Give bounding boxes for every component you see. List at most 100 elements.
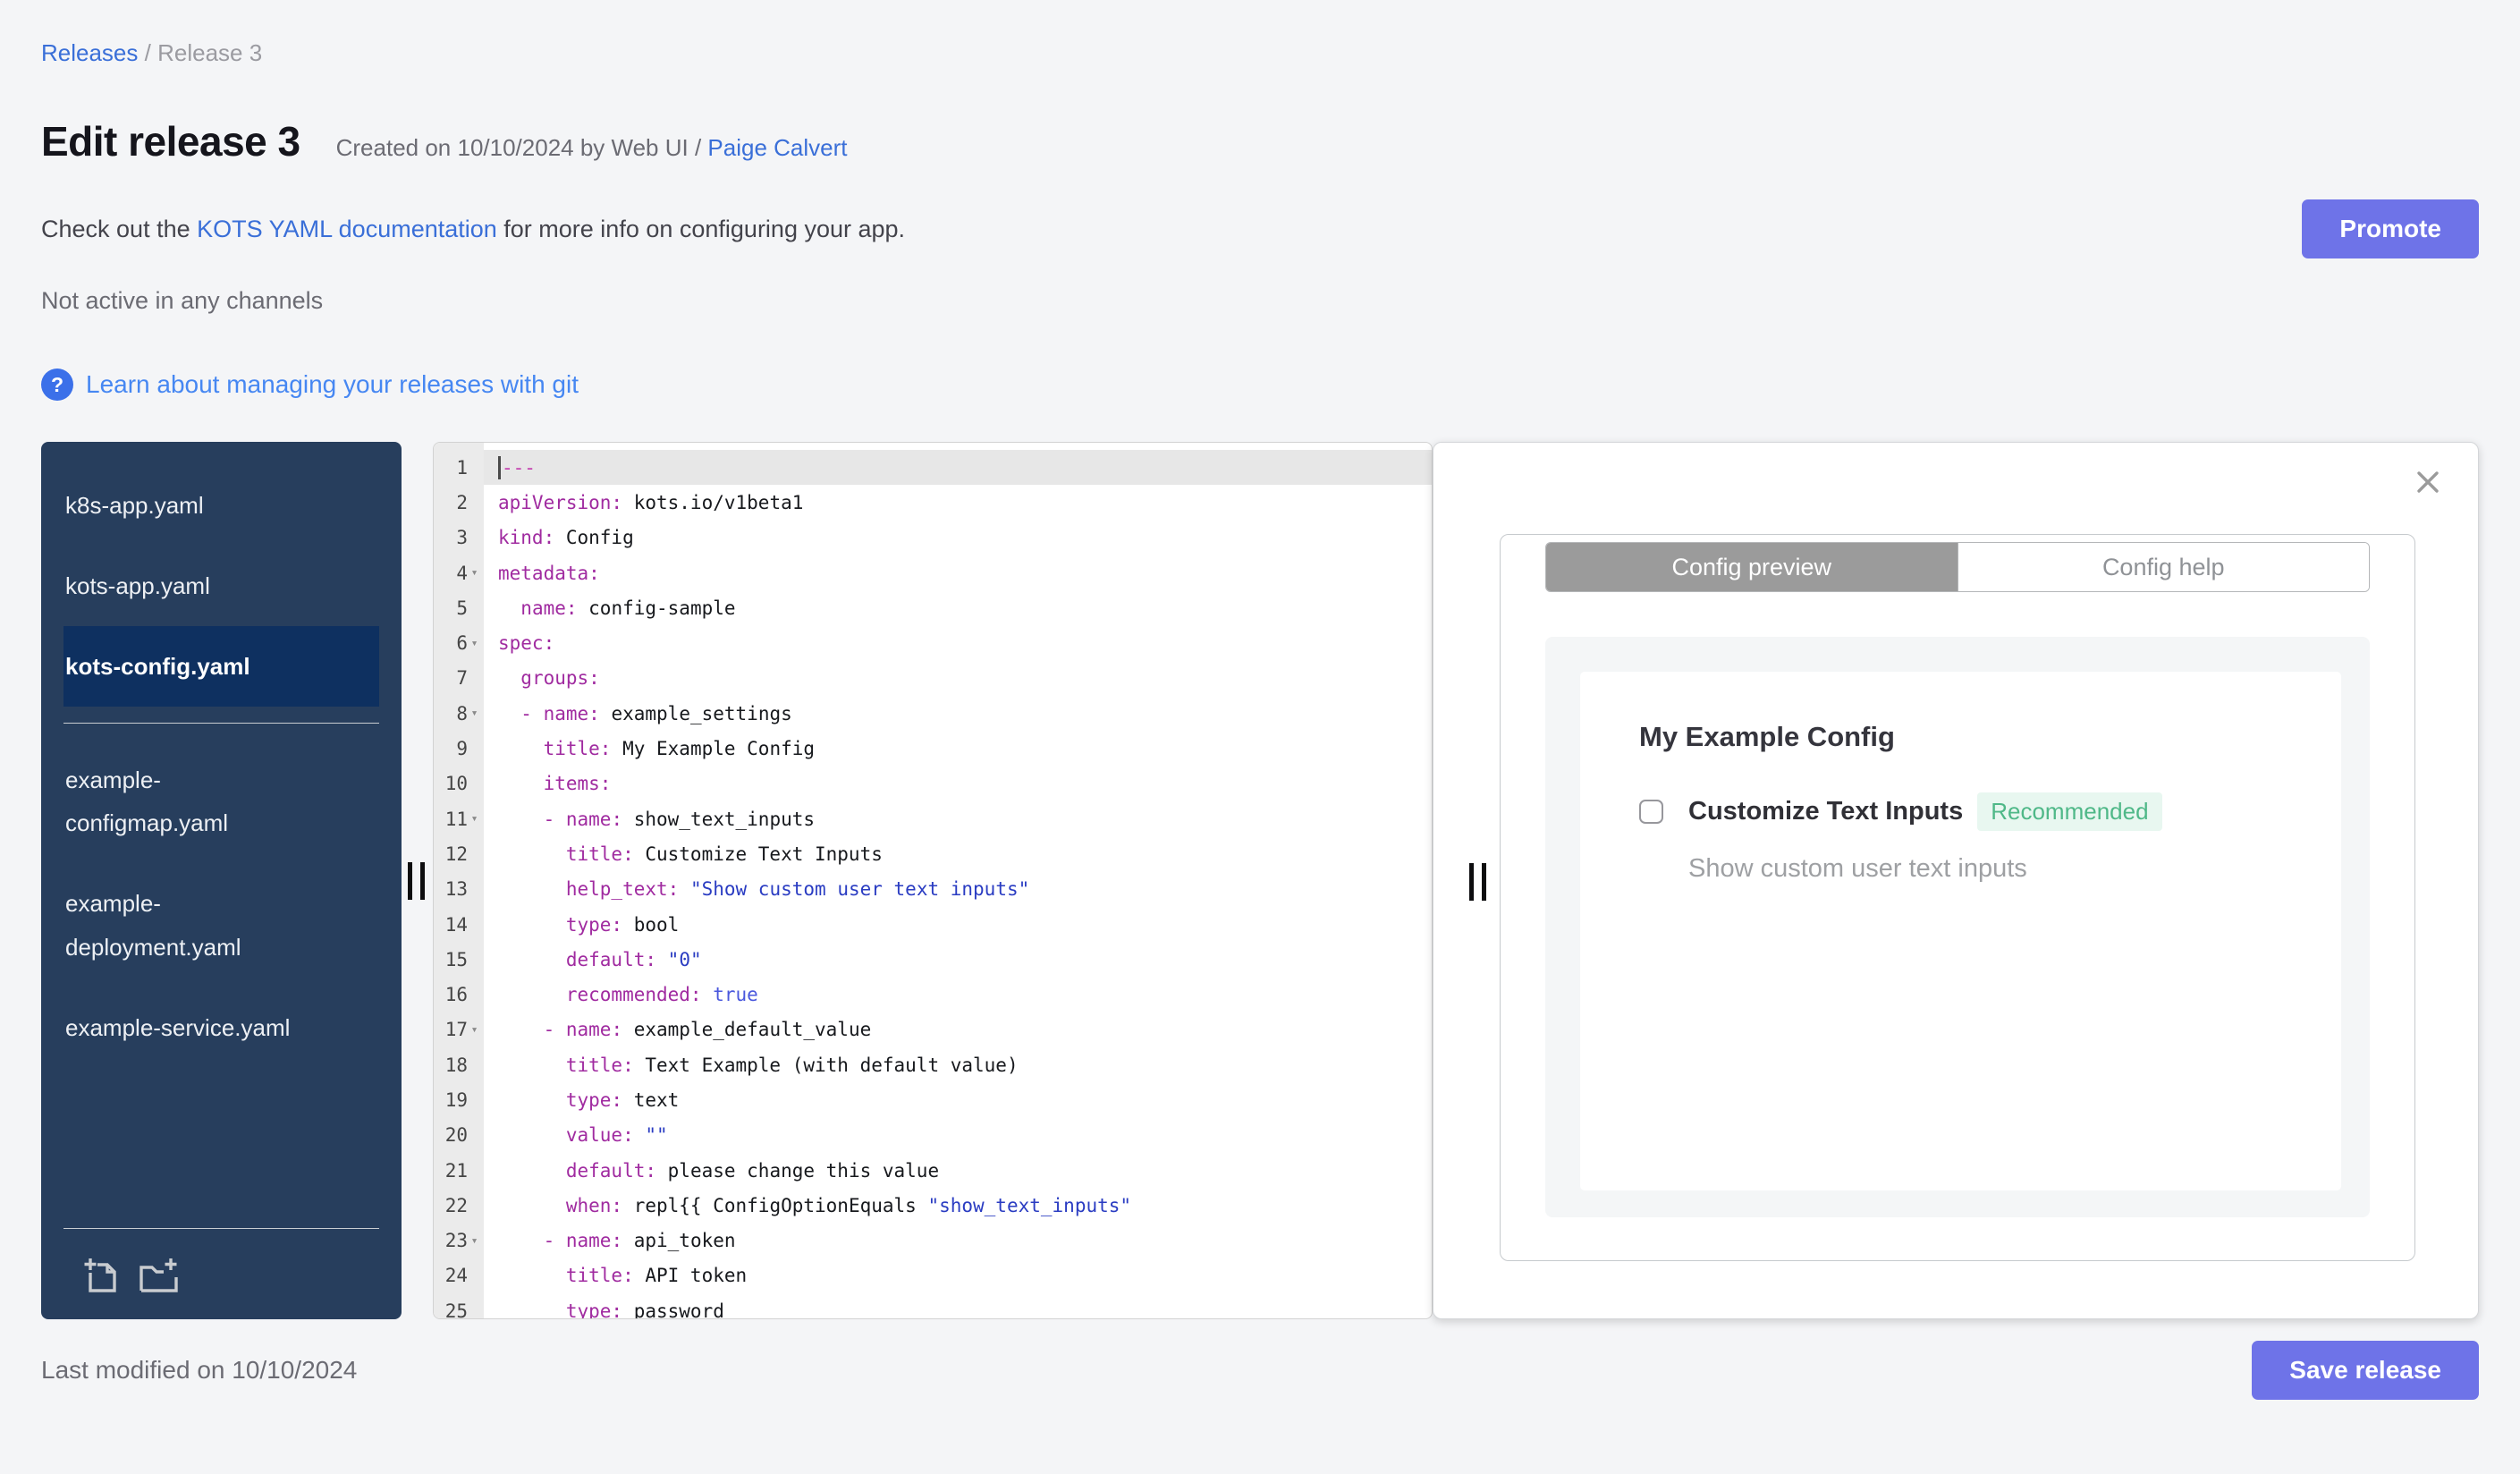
- sidebar-file-item[interactable]: example-service.yaml: [63, 987, 332, 1068]
- code-line-text: type: text: [565, 1089, 680, 1111]
- tab-config-help[interactable]: Config help: [1957, 543, 2369, 591]
- code-line: 22 when: repl{{ ConfigOptionEquals "show…: [434, 1188, 1432, 1224]
- code-line-text: groups:: [520, 667, 600, 690]
- line-number: 25: [444, 1300, 468, 1318]
- line-number: 21: [444, 1159, 468, 1182]
- line-number-gutter: 6 ▾: [434, 625, 484, 661]
- editor-top-strip: [434, 443, 1432, 450]
- release-workspace: k8s-app.yaml kots-app.yaml kots-config.yam…: [41, 442, 2479, 1319]
- fold-arrow-icon[interactable]: ▾: [468, 566, 481, 580]
- yaml-code-editor[interactable]: 1 --- 2 apiVersion: kots.io/v1beta1 3 kind: C…: [433, 442, 1433, 1319]
- recommended-badge: Recommended: [1977, 792, 2162, 831]
- config-preview-area: My Example Config Customize Text Inputs …: [1545, 637, 2370, 1217]
- file-name-label: example-configmap.yaml: [65, 767, 229, 837]
- code-line: 4 ▾ metadata:: [434, 555, 1432, 591]
- line-number-gutter: 4 ▾: [434, 555, 484, 591]
- editor-cursor: [498, 455, 501, 479]
- breadcrumb-current: Release 3: [157, 39, 263, 66]
- code-lines: 1 --- 2 apiVersion: kots.io/v1beta1 3 kind: C…: [434, 450, 1432, 1318]
- new-file-button[interactable]: [80, 1254, 122, 1298]
- code-line-text: - name: api_token: [543, 1230, 736, 1252]
- code-line: 3 kind: Config: [434, 520, 1432, 555]
- line-number-gutter: 12: [434, 836, 484, 872]
- fold-arrow-icon[interactable]: ▾: [468, 812, 481, 826]
- line-number-gutter: 3: [434, 520, 484, 555]
- breadcrumb-separator: /: [144, 39, 151, 66]
- sidebar-file-item[interactable]: kots-config.yaml: [63, 626, 379, 707]
- close-panel-button[interactable]: [2414, 468, 2442, 499]
- code-line-text: help_text: "Show custom user text inputs…: [565, 878, 1030, 901]
- title-row: Edit release 3 Created on 10/10/2024 by …: [41, 117, 2479, 165]
- git-help-row: ? Learn about managing your releases wit…: [41, 368, 2479, 401]
- promote-button[interactable]: Promote: [2302, 199, 2479, 258]
- footer-row: Last modified on 10/10/2024 Save release: [41, 1341, 2479, 1400]
- line-number: 15: [444, 948, 468, 970]
- file-name-label: example-deployment.yaml: [65, 890, 241, 961]
- fold-arrow-icon[interactable]: ▾: [468, 1234, 481, 1248]
- new-folder-button[interactable]: [136, 1254, 182, 1298]
- line-number: 12: [444, 843, 468, 865]
- new-file-icon: [84, 1258, 116, 1292]
- kots-yaml-docs-link[interactable]: KOTS YAML documentation: [197, 216, 497, 242]
- sidebar-editor-gap: [402, 442, 433, 1319]
- line-number: 24: [444, 1265, 468, 1287]
- line-number-gutter: 14: [434, 906, 484, 943]
- code-line-text: value: "": [565, 1124, 668, 1147]
- line-number-gutter: 1: [434, 450, 484, 486]
- file-list-bottom: example-configmap.yaml example-deployment…: [41, 740, 402, 1067]
- code-line-text: apiVersion: kots.io/v1beta1: [498, 491, 804, 513]
- question-mark-icon: ?: [41, 368, 73, 401]
- line-number: 8: [456, 702, 468, 724]
- file-sidebar: k8s-app.yaml kots-app.yaml kots-config.yam…: [41, 442, 402, 1319]
- line-number-gutter: 19: [434, 1082, 484, 1118]
- code-line-text: - name: example_default_value: [543, 1019, 872, 1041]
- line-number: 14: [444, 913, 468, 936]
- code-line: 18 title: Text Example (with default val…: [434, 1047, 1432, 1083]
- line-number-gutter: 2: [434, 485, 484, 521]
- file-name-label: k8s-app.yaml: [65, 492, 204, 519]
- code-line-text: spec:: [498, 632, 555, 655]
- last-modified-text: Last modified on 10/10/2024: [41, 1356, 358, 1384]
- fold-arrow-icon[interactable]: ▾: [468, 707, 481, 720]
- sidebar-file-item[interactable]: k8s-app.yaml: [63, 465, 332, 546]
- close-icon: [2417, 471, 2439, 493]
- code-line-text: title: My Example Config: [543, 738, 816, 760]
- line-number-gutter: 11 ▾: [434, 801, 484, 837]
- code-line-text: kind: Config: [498, 527, 634, 549]
- line-number: 4: [456, 562, 468, 584]
- line-number: 18: [444, 1054, 468, 1076]
- config-card: My Example Config Customize Text Inputs …: [1580, 672, 2341, 1190]
- sidebar-resize-handle[interactable]: [408, 862, 425, 900]
- editor-resize-handle[interactable]: [1469, 863, 1486, 901]
- line-number: 10: [444, 773, 468, 795]
- line-number: 2: [456, 491, 468, 513]
- git-releases-link[interactable]: Learn about managing your releases with …: [86, 370, 579, 399]
- file-list-divider: [63, 723, 379, 724]
- code-line: 9 title: My Example Config: [434, 731, 1432, 767]
- sidebar-file-item[interactable]: kots-app.yaml: [63, 546, 332, 626]
- line-number-gutter: 9: [434, 731, 484, 767]
- docs-text-after: for more info on configuring your app.: [496, 215, 906, 242]
- breadcrumb-releases-link[interactable]: Releases: [41, 39, 138, 66]
- line-number: 6: [456, 632, 468, 655]
- file-name-label: kots-config.yaml: [65, 653, 250, 681]
- fold-arrow-icon[interactable]: ▾: [468, 1023, 481, 1037]
- line-number-gutter: 21: [434, 1152, 484, 1189]
- code-line: 6 ▾ spec:: [434, 625, 1432, 661]
- channel-status-text: Not active in any channels: [41, 287, 324, 314]
- tab-config-preview[interactable]: Config preview: [1546, 543, 1958, 591]
- code-line: 19 type: text: [434, 1082, 1432, 1118]
- line-number: 23: [444, 1230, 468, 1252]
- code-line: 5 name: config-sample: [434, 590, 1432, 626]
- fold-arrow-icon[interactable]: ▾: [468, 637, 481, 650]
- customize-text-inputs-checkbox[interactable]: [1639, 800, 1663, 824]
- save-release-button[interactable]: Save release: [2252, 1341, 2479, 1400]
- line-number: 7: [456, 667, 468, 690]
- docs-row: Check out the KOTS YAML documentation fo…: [41, 199, 2479, 258]
- code-line-text: type: bool: [565, 913, 680, 936]
- code-line-text: when: repl{{ ConfigOptionEquals "show_te…: [565, 1194, 1132, 1216]
- line-number: 9: [456, 738, 468, 760]
- sidebar-file-item[interactable]: example-deployment.yaml: [63, 863, 332, 987]
- author-link[interactable]: Paige Calvert: [707, 134, 847, 161]
- sidebar-file-item[interactable]: example-configmap.yaml: [63, 740, 332, 863]
